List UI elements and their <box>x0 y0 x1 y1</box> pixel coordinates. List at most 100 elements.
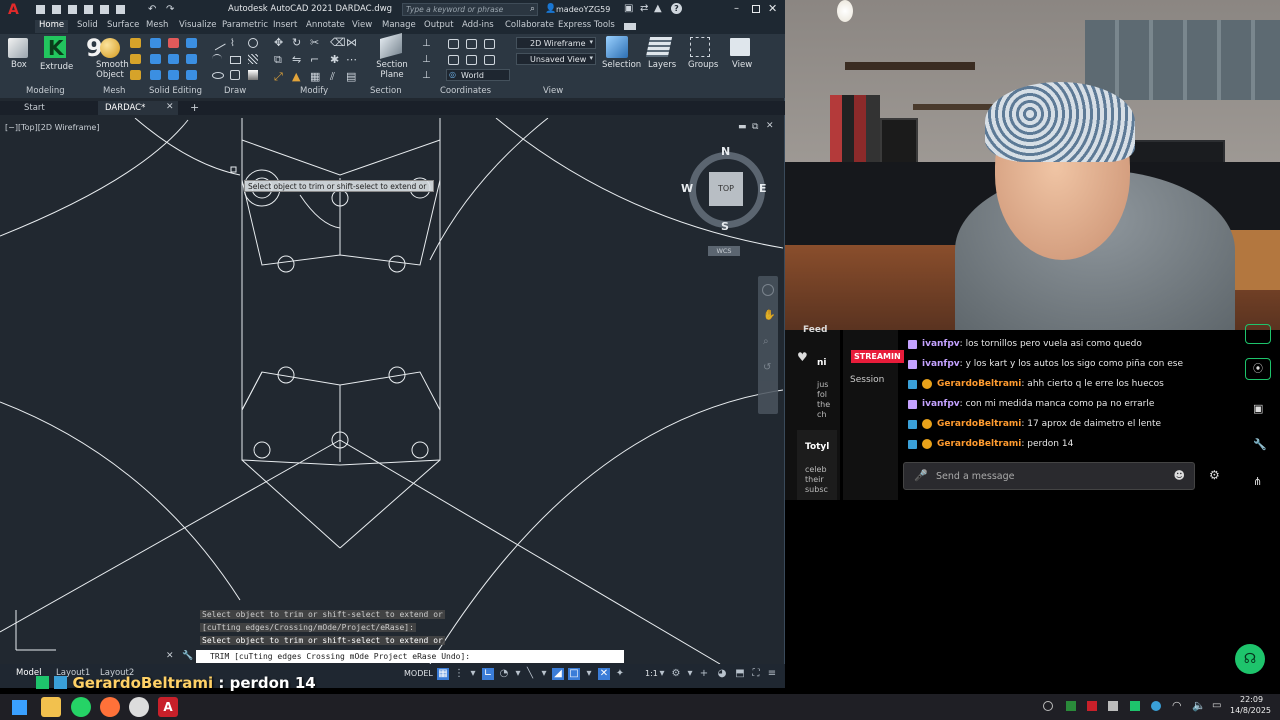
clock-date[interactable]: 14/8/2025 <box>1230 706 1271 715</box>
chevron-down-icon[interactable]: ▾ <box>538 668 550 680</box>
share-icon[interactable]: ⋔ <box>1253 475 1262 488</box>
wrench-icon[interactable]: 🔧 <box>1253 438 1267 451</box>
chrome-icon[interactable] <box>129 697 149 717</box>
ucs-icon[interactable]: ⊥ <box>422 70 431 81</box>
ucs-icon[interactable]: ⊥ <box>422 54 431 65</box>
isodraft-icon[interactable]: ╲ <box>524 668 536 680</box>
polyline-icon[interactable]: ⌇ <box>230 38 235 49</box>
ucs-icon[interactable]: ⊥ <box>422 38 431 49</box>
panel-title-modify[interactable]: Modify <box>300 86 328 98</box>
tab-annotate[interactable]: Annotate <box>306 20 345 33</box>
annotation-visibility-icon[interactable]: ✦ <box>614 668 626 680</box>
viewcube-north[interactable]: N <box>721 145 730 158</box>
clock-time[interactable]: 22:09 <box>1240 695 1263 704</box>
layers-button[interactable]: Layers <box>648 60 676 70</box>
wcs-menu[interactable]: WCS <box>708 246 740 256</box>
tab-surface[interactable]: Surface <box>107 20 139 33</box>
viewcube-top[interactable]: TOP <box>709 172 743 206</box>
viewcube-south[interactable]: S <box>721 220 729 233</box>
chevron-down-icon[interactable]: ▾ <box>656 668 668 680</box>
fillet-icon[interactable]: ⌐ <box>310 53 319 66</box>
tab-solid[interactable]: Solid <box>77 20 98 33</box>
ucs-tool-icon[interactable] <box>448 55 459 65</box>
keyboard-icon[interactable]: ▭ <box>1212 700 1221 711</box>
monitor-icon[interactable]: ▣ <box>1253 402 1263 415</box>
isolate-icon[interactable]: ◕ <box>716 668 728 680</box>
ucs-tool-icon[interactable] <box>484 55 495 65</box>
chat-settings-icon[interactable]: ⚙ <box>1209 468 1220 482</box>
gradient-icon[interactable] <box>248 70 258 80</box>
stretch-icon[interactable]: ⤢ <box>274 70 283 84</box>
offset-icon[interactable]: ⫽ <box>330 70 335 84</box>
tab-visualize[interactable]: Visualize <box>179 20 216 33</box>
chat-username[interactable]: ivanfpv <box>922 339 960 349</box>
maximize-icon[interactable] <box>752 5 760 13</box>
hardware-icon[interactable]: ⬒ <box>734 668 746 680</box>
viewcube-west[interactable]: W <box>681 182 693 195</box>
chat-username[interactable]: ivanfpv <box>922 399 960 409</box>
gear-icon[interactable]: ⚙ <box>670 668 682 680</box>
polar-icon[interactable]: ◔ <box>498 668 510 680</box>
osnap-icon[interactable]: ◢ <box>552 668 564 680</box>
groups-icon[interactable] <box>690 37 710 57</box>
zoom-icon[interactable]: ⌕ <box>763 336 769 347</box>
panel-title-mesh[interactable]: Mesh <box>103 86 125 98</box>
autocad-logo-icon[interactable]: A <box>8 2 24 18</box>
explode-icon[interactable]: ✱ <box>330 53 339 66</box>
user-name[interactable]: madeoYZG59 <box>556 5 610 14</box>
firefox-icon[interactable] <box>100 697 120 717</box>
orbit-icon[interactable]: ↺ <box>763 362 771 373</box>
drawing-viewport[interactable]: [−][Top][2D Wireframe] ▬ ⧉ ✕ Select obje… <box>0 118 783 664</box>
ellipse-icon[interactable] <box>212 72 224 79</box>
chat-username[interactable]: ivanfpv <box>922 359 960 369</box>
panel-title-coordinates[interactable]: Coordinates <box>440 86 491 98</box>
tab-insert[interactable]: Insert <box>273 20 297 33</box>
ucs-tool-icon[interactable] <box>466 39 477 49</box>
tab-view[interactable]: View <box>352 20 372 33</box>
new-tab-icon[interactable]: + <box>190 101 199 114</box>
heart-icon[interactable]: ♥ <box>797 350 808 364</box>
quick-access-toolbar[interactable]: ↶ ↷ <box>36 5 206 15</box>
tab-express-tools[interactable]: Express Tools <box>558 20 615 33</box>
annotation-icon[interactable]: ✕ <box>598 668 610 680</box>
mic-icon[interactable]: 🎤 <box>914 469 928 482</box>
close-icon[interactable]: ✕ <box>768 2 777 15</box>
ortho-icon[interactable]: ∟ <box>482 668 494 680</box>
tab-output[interactable]: Output <box>424 20 454 33</box>
box-icon[interactable] <box>8 38 28 58</box>
cart-icon[interactable]: ▣ <box>624 3 633 14</box>
layers-icon[interactable] <box>645 37 673 57</box>
saved-view-dropdown[interactable]: Unsaved View ▾ <box>516 53 596 65</box>
object-snap-icon[interactable]: □ <box>568 668 580 680</box>
tab-home[interactable]: Home <box>35 20 69 33</box>
ucs-dropdown[interactable]: ◎ World <box>446 69 510 81</box>
panel-title-view[interactable]: View <box>543 86 563 98</box>
edit-solid-icon[interactable] <box>168 54 179 64</box>
panel-title-draw[interactable]: Draw <box>224 86 246 98</box>
tab-mesh[interactable]: Mesh <box>146 20 168 33</box>
broadcast-icon[interactable]: ⦿ <box>1245 358 1271 380</box>
command-close-icon[interactable]: ✕ <box>166 651 174 661</box>
panel-title-modeling[interactable]: Modeling <box>26 86 65 98</box>
model-space-button[interactable]: MODEL <box>404 669 433 678</box>
windows-start-icon[interactable] <box>12 700 27 715</box>
close-tab-icon[interactable]: ✕ <box>166 102 174 112</box>
support-button[interactable]: ☊ <box>1235 644 1265 674</box>
scale-icon[interactable]: ▲ <box>292 70 300 83</box>
solid-tool-icon[interactable] <box>130 70 141 80</box>
tab-add-ins[interactable]: Add-ins <box>462 20 494 33</box>
rotate-icon[interactable]: ↻ <box>292 36 301 49</box>
subtract-icon[interactable] <box>150 54 161 64</box>
trim-icon[interactable]: ✂ <box>310 36 319 49</box>
solid-tool-icon[interactable] <box>130 54 141 64</box>
erase-icon[interactable]: ⌫ <box>330 36 346 49</box>
file-tab-start[interactable]: Start <box>24 103 45 113</box>
tray-icon[interactable] <box>1108 701 1118 711</box>
whatsapp-icon[interactable] <box>71 697 91 717</box>
tray-icon[interactable] <box>1130 701 1140 711</box>
edit-solid-icon[interactable] <box>168 70 179 80</box>
array-icon[interactable]: ▦ <box>310 70 320 83</box>
break-icon[interactable]: ⋯ <box>346 53 357 66</box>
chat-username[interactable]: GerardoBeltrami <box>937 419 1021 429</box>
wifi-icon[interactable]: ◠ <box>1172 699 1182 712</box>
